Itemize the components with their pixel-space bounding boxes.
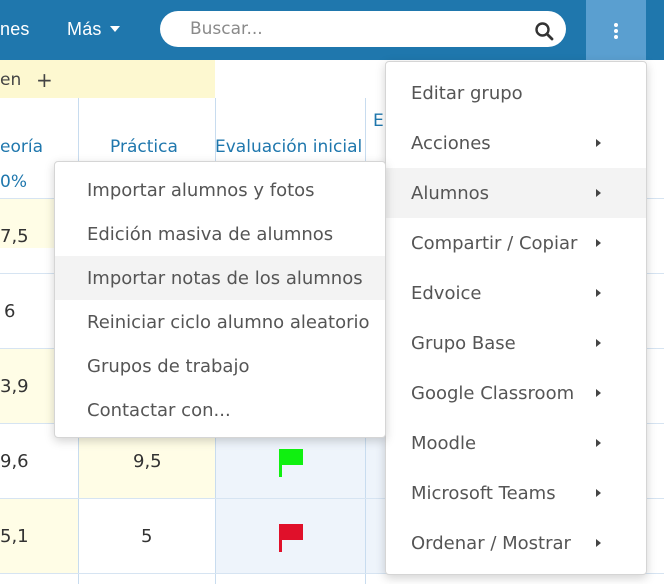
grid-header-band	[0, 60, 215, 98]
kebab-dot-icon	[614, 23, 618, 27]
menu-item-compartir-copiar[interactable]: Compartir / Copiar	[386, 218, 646, 268]
column-header-practica[interactable]: Práctica	[110, 137, 178, 157]
green-flag-icon[interactable]	[277, 447, 305, 479]
column-header-teoria[interactable]: eoría	[0, 137, 43, 157]
caret-right-icon	[596, 139, 601, 147]
alumnos-submenu: Importar alumnos y fotos Edición masiva …	[54, 161, 386, 438]
menu-item-label: Ordenar / Mostrar	[411, 532, 571, 554]
more-options-button[interactable]	[586, 0, 646, 60]
caret-right-icon	[596, 489, 601, 497]
search-box	[160, 11, 566, 47]
submenu-item-importar-notas[interactable]: Importar notas de los alumnos	[55, 256, 385, 300]
menu-item-acciones[interactable]: Acciones	[386, 118, 646, 168]
nav-item-partial-label: nes	[0, 19, 30, 39]
submenu-item-label: Importar notas de los alumnos	[87, 267, 363, 289]
menu-item-microsoft-teams[interactable]: Microsoft Teams	[386, 468, 646, 518]
caret-right-icon	[596, 239, 601, 247]
menu-item-alumnos[interactable]: Alumnos	[386, 168, 646, 218]
grade-cell[interactable]: 3,9	[0, 376, 29, 397]
menu-item-google-classroom[interactable]: Google Classroom	[386, 368, 646, 418]
submenu-item-importar-alumnos-fotos[interactable]: Importar alumnos y fotos	[55, 168, 385, 212]
search-input[interactable]	[190, 17, 520, 41]
nav-item-mas[interactable]: Más	[67, 19, 120, 40]
grade-cell[interactable]: 6	[4, 301, 15, 322]
menu-item-label: Edvoice	[411, 282, 482, 304]
menu-item-label: Editar grupo	[411, 82, 523, 104]
column-header-teoria-weight: 0%	[0, 172, 27, 192]
nav-item-partial[interactable]: nes	[0, 19, 30, 40]
grade-cell[interactable]: 9,6	[0, 451, 29, 472]
search-icon[interactable]	[534, 21, 554, 41]
kebab-dot-icon	[614, 35, 618, 39]
menu-item-label: Acciones	[411, 132, 491, 154]
menu-item-label: Google Classroom	[411, 382, 575, 404]
add-column-button[interactable]: +	[36, 68, 53, 92]
caret-right-icon	[596, 339, 601, 347]
menu-item-label: Alumnos	[411, 182, 490, 204]
caret-right-icon	[596, 439, 601, 447]
caret-right-icon	[596, 189, 601, 197]
grade-cell[interactable]: 7,5	[0, 226, 29, 247]
menu-item-grupo-base[interactable]: Grupo Base	[386, 318, 646, 368]
kebab-dot-icon	[614, 29, 618, 33]
grade-cell[interactable]: 9,5	[133, 451, 162, 472]
menu-item-moodle[interactable]: Moodle	[386, 418, 646, 468]
submenu-item-label: Reiniciar ciclo alumno aleatorio	[87, 311, 370, 333]
column-header-evaluacion-inicial[interactable]: Evaluación inicial	[215, 137, 362, 157]
caret-right-icon	[596, 389, 601, 397]
submenu-item-label: Edición masiva de alumnos	[87, 223, 334, 245]
menu-item-ordenar-mostrar[interactable]: Ordenar / Mostrar	[386, 518, 646, 568]
red-flag-icon[interactable]	[277, 522, 305, 554]
menu-item-label: Microsoft Teams	[411, 482, 556, 504]
submenu-item-label: Contactar con...	[87, 399, 231, 421]
menu-item-edvoice[interactable]: Edvoice	[386, 268, 646, 318]
top-navigation-bar: nes Más	[0, 0, 664, 60]
chevron-down-icon	[109, 26, 120, 33]
caret-right-icon	[596, 539, 601, 547]
grade-cell[interactable]: 5,1	[0, 526, 29, 547]
header-partial-label: en	[0, 70, 22, 90]
submenu-item-contactar-con[interactable]: Contactar con...	[55, 388, 385, 432]
menu-item-label: Compartir / Copiar	[411, 232, 578, 254]
submenu-item-reiniciar-ciclo[interactable]: Reiniciar ciclo alumno aleatorio	[55, 300, 385, 344]
menu-item-label: Moodle	[411, 432, 477, 454]
menu-item-editar-grupo[interactable]: Editar grupo	[386, 68, 646, 118]
grade-cell[interactable]: 5	[141, 526, 152, 547]
caret-right-icon	[596, 289, 601, 297]
menu-item-label: Grupo Base	[411, 332, 516, 354]
submenu-item-label: Grupos de trabajo	[87, 355, 250, 377]
column-header-partial[interactable]: E	[373, 111, 384, 131]
submenu-item-grupos-trabajo[interactable]: Grupos de trabajo	[55, 344, 385, 388]
submenu-item-edicion-masiva[interactable]: Edición masiva de alumnos	[55, 212, 385, 256]
nav-item-mas-label: Más	[67, 19, 102, 39]
submenu-item-label: Importar alumnos y fotos	[87, 179, 315, 201]
group-options-menu: Editar grupo Acciones Alumnos Compartir …	[385, 61, 647, 575]
